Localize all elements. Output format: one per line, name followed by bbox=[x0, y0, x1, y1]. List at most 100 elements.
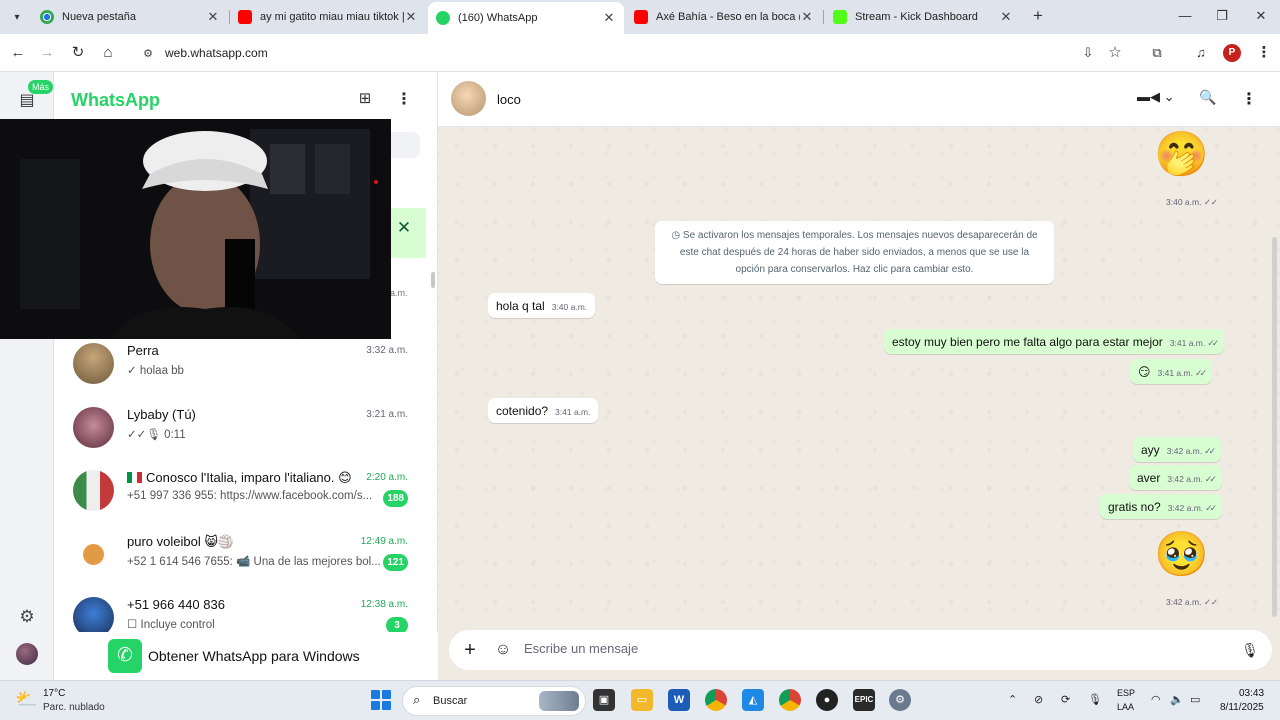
word-icon[interactable]: W bbox=[668, 689, 690, 711]
system-text: Se activaron los mensajes temporales. Lo… bbox=[679, 230, 1038, 275]
microphone-icon[interactable]: 🎙 bbox=[1088, 693, 1102, 706]
install-app-icon[interactable]: ⇩ bbox=[1077, 42, 1099, 64]
attach-plus-icon[interactable]: + bbox=[459, 639, 481, 661]
incoming-message[interactable]: hola q tal 3:40 a.m. bbox=[488, 293, 596, 318]
windows-start-icon[interactable] bbox=[371, 690, 391, 710]
minimize-icon[interactable]: — bbox=[1172, 6, 1198, 26]
microphone-icon[interactable]: 🎙 bbox=[1239, 639, 1261, 661]
message-text: 😏 bbox=[1138, 365, 1151, 379]
menu-kebab-icon[interactable]: ⋮ bbox=[393, 89, 415, 111]
contact-avatar bbox=[73, 407, 114, 448]
battery-icon[interactable]: ▭ bbox=[1190, 693, 1200, 706]
close-icon[interactable]: ✕ bbox=[394, 218, 414, 238]
home-icon[interactable]: ⌂ bbox=[97, 42, 119, 64]
address-bar[interactable]: ⚙ web.whatsapp.com bbox=[131, 39, 1051, 67]
tab-close-icon[interactable]: ✕ bbox=[800, 9, 814, 25]
new-chat-icon[interactable]: ⊞ bbox=[354, 89, 376, 111]
tab-search-icon[interactable]: ▾ bbox=[6, 6, 28, 28]
windows-taskbar: ⛅ 17°C Parc. nublado ⌕ Buscar ▣ ▭ W ◭ ● … bbox=[0, 680, 1280, 720]
settings-gear-icon[interactable]: ⚙ bbox=[16, 607, 38, 629]
chat-list-item[interactable]: Perra 3:32 a.m. ✓ holaa bb bbox=[54, 335, 437, 398]
outgoing-message[interactable]: 😏 3:41 a.m. ✓✓ bbox=[1130, 359, 1213, 384]
chat-list-item[interactable]: puro voleibol 😸🏐 12:49 a.m. +52 1 614 54… bbox=[54, 526, 437, 589]
chat-time: 12:38 a.m. bbox=[360, 599, 408, 610]
network-off-icon[interactable]: ⊘ bbox=[1034, 693, 1043, 706]
video-call-icon[interactable]: ▬◀ ⌄ bbox=[1137, 89, 1177, 109]
weather-temp[interactable]: 17°C bbox=[43, 688, 65, 699]
message-list: 🤭 3:40 a.m. ✓✓ ◷ Se activaron los mensaj… bbox=[438, 127, 1280, 624]
search-icon[interactable]: 🔍 bbox=[1197, 89, 1219, 111]
scrollbar[interactable] bbox=[431, 272, 435, 288]
chat-time: 3:32 a.m. bbox=[366, 345, 408, 356]
chat-list-item[interactable]: Lybaby (Tú) 3:21 a.m. ✓✓🎙 0:11 bbox=[54, 399, 437, 462]
tab-kick-dashboard[interactable]: Stream - Kick Dashboard ✕ bbox=[825, 4, 1021, 30]
input-layout[interactable]: LAA bbox=[1117, 702, 1134, 712]
get-app-bar[interactable]: ✆ Obtener WhatsApp para Windows bbox=[54, 632, 438, 680]
emoji-picker-icon[interactable]: ☺ bbox=[492, 639, 514, 661]
message-input[interactable]: Escribe un mensaje bbox=[524, 641, 638, 656]
bookmark-star-icon[interactable]: ☆ bbox=[1104, 42, 1126, 64]
message-time: 3:41 a.m. bbox=[555, 407, 591, 417]
unread-badge: 121 bbox=[383, 554, 408, 571]
message-text: gratis no? bbox=[1108, 500, 1161, 514]
contact-name[interactable]: loco bbox=[497, 92, 521, 107]
webcam-overlay bbox=[0, 119, 391, 339]
epic-games-icon[interactable]: EPIC bbox=[853, 689, 875, 711]
outgoing-message[interactable]: estoy muy bien pero me falta algo para e… bbox=[884, 329, 1225, 354]
read-ticks-icon: ✓✓ bbox=[1205, 503, 1217, 513]
tab-axe-bahia[interactable]: Axé Bahía - Beso en la boca (Po ✕ bbox=[626, 4, 822, 30]
tab-close-icon[interactable]: ✕ bbox=[404, 9, 418, 25]
window-close-icon[interactable]: ✕ bbox=[1248, 6, 1274, 26]
volume-icon[interactable]: 🔈 bbox=[1170, 693, 1184, 706]
tab-whatsapp[interactable]: (160) WhatsApp ✕ bbox=[428, 2, 624, 34]
input-language[interactable]: ESP bbox=[1117, 688, 1135, 698]
contact-avatar[interactable] bbox=[451, 81, 486, 116]
clock-time[interactable]: 03:43 bbox=[1239, 688, 1264, 699]
outgoing-message[interactable]: gratis no? 3:42 a.m. ✓✓ bbox=[1100, 494, 1223, 519]
site-info-icon[interactable]: ⚙ bbox=[139, 47, 157, 60]
sync-icon[interactable]: ⟳ bbox=[1061, 693, 1070, 706]
outgoing-message[interactable]: ayy 3:42 a.m. ✓✓ bbox=[1133, 437, 1222, 462]
message-text: cotenido? bbox=[496, 404, 549, 418]
obs-icon[interactable]: ● bbox=[816, 689, 838, 711]
profile-avatar[interactable]: P bbox=[1223, 44, 1241, 62]
task-view-icon[interactable]: ▣ bbox=[593, 689, 615, 711]
conversation-header[interactable]: loco ▬◀ ⌄ 🔍 ⋮ bbox=[438, 72, 1280, 127]
get-app-link[interactable]: Obtener WhatsApp para Windows bbox=[148, 648, 360, 664]
forward-arrow-icon[interactable]: → bbox=[36, 42, 58, 64]
photos-icon[interactable]: ◭ bbox=[742, 689, 764, 711]
media-control-icon[interactable]: ♫ bbox=[1190, 42, 1212, 64]
weather-desc[interactable]: Parc. nublado bbox=[43, 702, 105, 713]
tab-close-icon[interactable]: ✕ bbox=[602, 10, 616, 26]
browser-menu-icon[interactable]: ⋮ bbox=[1253, 42, 1275, 64]
tab-nueva-pestana[interactable]: Nueva pestaña ✕ bbox=[32, 4, 228, 30]
message-input-box[interactable]: + ☺ Escribe un mensaje 🎙 bbox=[449, 630, 1272, 670]
chrome-icon[interactable] bbox=[705, 689, 727, 711]
tab-close-icon[interactable]: ✕ bbox=[206, 9, 220, 25]
chat-name-text: Conosco l'Italia, imparo l'italiano. 😊 bbox=[146, 470, 352, 485]
clock-date[interactable]: 8/11/2025 bbox=[1220, 702, 1264, 713]
new-tab-plus-icon[interactable]: + bbox=[1028, 6, 1048, 26]
maximize-icon[interactable]: ❐ bbox=[1209, 6, 1235, 26]
menu-kebab-icon[interactable]: ⋮ bbox=[1238, 89, 1260, 111]
profile-avatar[interactable] bbox=[16, 643, 38, 665]
file-explorer-icon[interactable]: ▭ bbox=[631, 689, 653, 711]
settings-gear-icon[interactable]: ⚙ bbox=[889, 689, 911, 711]
kick-icon bbox=[833, 10, 847, 24]
system-message[interactable]: ◷ Se activaron los mensajes temporales. … bbox=[655, 221, 1054, 284]
wifi-icon[interactable]: ◠ bbox=[1151, 693, 1161, 706]
incoming-message[interactable]: cotenido? 3:41 a.m. bbox=[488, 398, 599, 423]
tab-title: ay mi gatito miau miau tiktok | bbox=[260, 11, 404, 23]
back-arrow-icon[interactable]: ← bbox=[7, 42, 29, 64]
tab-close-icon[interactable]: ✕ bbox=[999, 9, 1013, 25]
reload-icon[interactable]: ↻ bbox=[67, 42, 89, 64]
weather-cloudy-icon[interactable]: ⛅ bbox=[15, 689, 37, 711]
chevron-up-icon[interactable]: ⌃ bbox=[1008, 693, 1017, 706]
outgoing-message[interactable]: aver 3:42 a.m. ✓✓ bbox=[1129, 465, 1222, 490]
chrome-profile-icon[interactable] bbox=[779, 689, 801, 711]
scrollbar[interactable] bbox=[1272, 237, 1277, 617]
tab-tiktok-video[interactable]: ay mi gatito miau miau tiktok | ✕ bbox=[230, 4, 426, 30]
taskbar-search[interactable]: ⌕ Buscar bbox=[402, 686, 586, 716]
extensions-icon[interactable]: ⧉ bbox=[1146, 42, 1168, 64]
chat-list-item[interactable]: Conosco l'Italia, imparo l'italiano. 😊 2… bbox=[54, 462, 437, 525]
